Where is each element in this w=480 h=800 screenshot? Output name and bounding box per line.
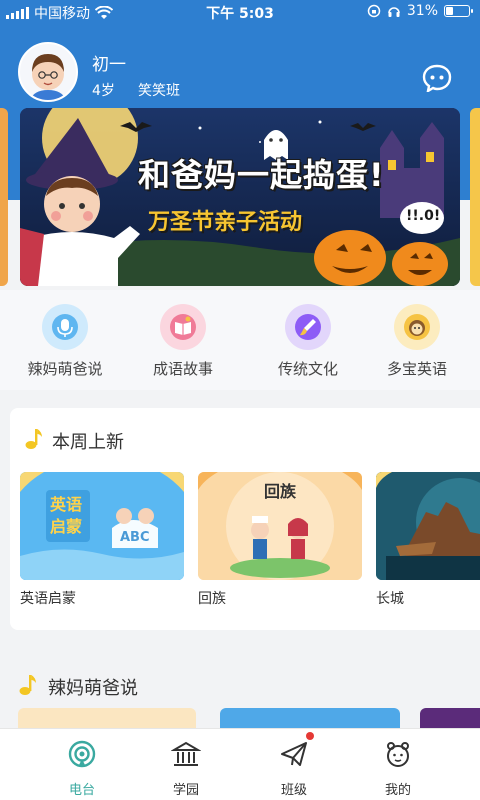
course-thumb[interactable] [376, 472, 480, 580]
rotation-lock-icon [367, 4, 381, 18]
banner-peek-left[interactable] [0, 108, 8, 286]
battery-icon [444, 5, 473, 17]
tab-mine[interactable]: 我的 [358, 739, 438, 798]
course-label: 长城 [376, 591, 404, 607]
banner-illustration [20, 108, 460, 286]
status-bar: 中国移动 下午 5:03 31% [0, 0, 480, 24]
course-thumb[interactable]: 回族 [198, 472, 362, 580]
category-item[interactable]: 传统文化 [253, 304, 363, 379]
tab-class[interactable]: 班级 [254, 739, 334, 798]
face-icon [387, 742, 409, 767]
microphone-icon [42, 304, 88, 350]
category-item[interactable]: 辣妈萌爸说 [10, 304, 120, 379]
course-label: 回族 [198, 591, 226, 607]
brush-icon [285, 304, 331, 350]
user-name: 初一 [92, 55, 126, 75]
battery-percent: 31% [406, 3, 438, 19]
book-icon [160, 304, 206, 350]
category-label: 传统文化 [277, 360, 338, 378]
school-icon [170, 741, 202, 766]
tab-label: 学园 [172, 783, 199, 798]
tab-label: 电台 [68, 783, 95, 798]
tab-school[interactable]: 学园 [146, 739, 226, 798]
user-class: 笑笑班 [138, 83, 180, 99]
music-note-icon [25, 429, 42, 449]
thumb-extra: ABC [120, 530, 150, 545]
chat-bubble-icon[interactable] [422, 64, 452, 92]
child-avatar-icon[interactable] [18, 42, 78, 102]
thumb-text: 英语启蒙 [50, 495, 83, 536]
category-label: 辣妈萌爸说 [27, 360, 103, 378]
headphones-icon [388, 7, 400, 17]
banner-peek-right[interactable] [470, 108, 480, 286]
course-label: 英语启蒙 [20, 591, 76, 607]
bottom-tab-bar: 电台 学园 班级 我的 [0, 728, 480, 800]
music-note-icon [19, 675, 36, 695]
user-age: 4岁 [92, 83, 115, 99]
category-row: 辣妈萌爸说 成语故事 传统文化 多宝英语 [0, 290, 480, 390]
category-label: 成语故事 [152, 360, 213, 378]
banner-title: 和爸妈一起捣蛋! [138, 156, 385, 194]
category-item[interactable]: 多宝英语 [362, 304, 472, 379]
new-this-week-section: 本周上新 英语启蒙 ABC 英语启蒙 回族 回族 长城 [10, 408, 480, 630]
thumb-text: 回族 [263, 482, 296, 501]
lion-icon [394, 304, 440, 350]
tab-radio[interactable]: 电台 [42, 739, 122, 798]
banner-subtitle: 万圣节亲子活动 [148, 210, 303, 235]
course-thumb[interactable]: 英语启蒙 ABC [20, 472, 184, 580]
category-label: 多宝英语 [386, 360, 447, 378]
banner-speech-bubble: !!.0! [406, 208, 441, 224]
section-title: 本周上新 [52, 432, 124, 453]
radio-icon [68, 740, 96, 768]
section-title: 辣妈萌爸说 [48, 678, 138, 699]
halloween-banner[interactable]: !!.0! [20, 108, 460, 286]
paper-plane-icon [281, 742, 307, 766]
category-item[interactable]: 成语故事 [128, 304, 238, 379]
tab-label: 班级 [280, 783, 307, 798]
tab-label: 我的 [384, 783, 411, 798]
notification-badge [306, 732, 314, 740]
